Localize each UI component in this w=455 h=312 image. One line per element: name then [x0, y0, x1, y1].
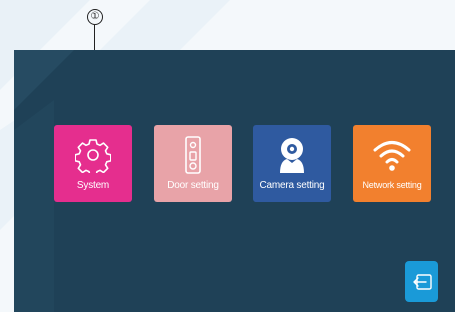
- network-setting-tile[interactable]: Network setting: [353, 125, 431, 202]
- network-setting-label: Network setting: [362, 180, 422, 190]
- door-setting-tile[interactable]: Door setting: [154, 125, 232, 202]
- wifi-icon: [353, 133, 431, 177]
- gear-icon: [54, 133, 132, 177]
- camera-setting-tile[interactable]: Camera setting: [253, 125, 331, 202]
- callout-number: ①: [87, 9, 103, 25]
- monitor-screen: System Door setting Camera setting Netwo…: [14, 50, 455, 312]
- camera-setting-label: Camera setting: [259, 180, 325, 191]
- exit-icon: [412, 273, 432, 290]
- doorbell-icon: [154, 133, 232, 177]
- system-label: System: [76, 180, 110, 191]
- system-tile[interactable]: System: [54, 125, 132, 202]
- exit-button[interactable]: [405, 261, 438, 302]
- door-setting-label: Door setting: [167, 180, 219, 191]
- webcam-icon: [253, 133, 331, 177]
